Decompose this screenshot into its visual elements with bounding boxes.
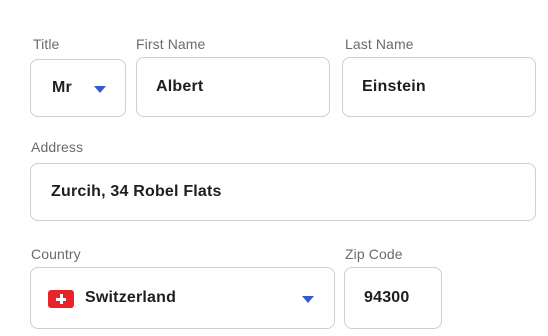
first-name-input[interactable]: Albert <box>136 57 330 117</box>
chevron-down-icon <box>302 296 314 303</box>
country-value: Switzerland <box>85 289 177 306</box>
country-select[interactable]: Switzerland <box>30 267 335 329</box>
flag-cross-vertical <box>59 294 63 304</box>
zip-code-label: Zip Code <box>345 246 403 262</box>
address-input[interactable]: Zurcih, 34 Robel Flats <box>30 163 536 221</box>
chevron-down-icon <box>94 86 106 93</box>
last-name-input[interactable]: Einstein <box>342 57 536 117</box>
address-value: Zurcih, 34 Robel Flats <box>51 183 222 200</box>
last-name-label: Last Name <box>345 36 414 52</box>
first-name-value: Albert <box>156 78 204 95</box>
title-value: Mr <box>52 79 72 96</box>
zip-code-value: 94300 <box>364 289 410 306</box>
address-label: Address <box>31 139 84 155</box>
zip-code-input[interactable]: 94300 <box>344 267 442 329</box>
personal-details-form: Title First Name Last Name Mr Albert Ein… <box>0 0 548 336</box>
last-name-value: Einstein <box>362 78 426 95</box>
swiss-flag-icon <box>48 290 74 308</box>
country-label: Country <box>31 246 81 262</box>
title-select[interactable]: Mr <box>30 59 126 117</box>
first-name-label: First Name <box>136 36 206 52</box>
title-label: Title <box>33 36 60 52</box>
